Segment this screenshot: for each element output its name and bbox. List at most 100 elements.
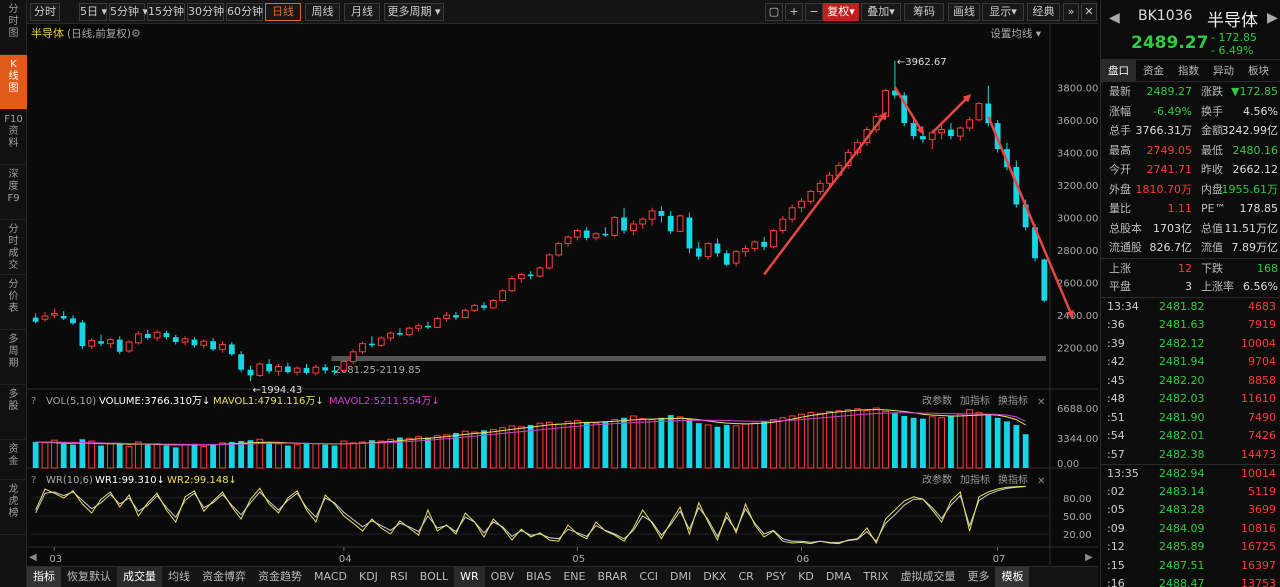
tool-button-4[interactable]: 显示▾ (982, 3, 1024, 21)
quote-tab-4[interactable]: 板块 (1241, 60, 1276, 82)
candle-body (742, 247, 749, 253)
indicator-tab-25[interactable]: 模板 (995, 567, 1030, 587)
tick-row: :42 2481.94 9704 (1101, 353, 1280, 372)
candle-body (882, 90, 889, 118)
wr-button-1[interactable]: 加指标 (960, 473, 990, 486)
indicator-tab-17[interactable]: DKX (697, 567, 732, 587)
scroll-right-icon[interactable]: ▶ (1085, 552, 1093, 563)
quote-tab-3[interactable]: 异动 (1206, 60, 1241, 82)
tool-button-0[interactable]: 复权▾ (823, 3, 859, 21)
indicator-tab-19[interactable]: PSY (760, 567, 792, 587)
vol-y-tick: 3344.00 (1057, 434, 1098, 445)
indicator-tab-12[interactable]: BIAS (520, 567, 557, 587)
gear-icon[interactable]: ⚙ (131, 27, 141, 40)
indicator-tab-7[interactable]: KDJ (353, 567, 384, 587)
indicator-tab-2[interactable]: 成交量 (117, 567, 162, 587)
quote-tab-0[interactable]: 盘口 (1101, 60, 1136, 82)
period-button-1[interactable]: 5日 ▾ (79, 3, 107, 21)
tool-button-5[interactable]: 经典 (1027, 3, 1060, 21)
indicator-tab-4[interactable]: 资金博弈 (196, 567, 252, 587)
indicator-tab-1[interactable]: 恢复默认 (61, 567, 117, 587)
indicator-tab-0[interactable]: 指标 (27, 567, 61, 587)
volume-bar (116, 442, 123, 468)
period-button-4[interactable]: 30分钟 (187, 3, 224, 21)
nav-item-2[interactable]: F10 资料 (0, 110, 27, 165)
indicator-tab-23[interactable]: 虚拟成交量 (894, 567, 961, 587)
lock-icon[interactable]: ▢ (765, 3, 783, 21)
indicator-tab-14[interactable]: BRAR (591, 567, 633, 587)
indicator-tab-10[interactable]: WR (454, 567, 485, 587)
nav-item-1[interactable]: K线图 (0, 55, 27, 110)
help-icon[interactable]: ? (31, 396, 36, 407)
nav-item-8[interactable]: 资金 (0, 440, 27, 480)
help-icon[interactable]: ? (31, 475, 36, 486)
volume-bar (1013, 424, 1020, 468)
indicator-tab-3[interactable]: 均线 (162, 567, 196, 587)
zoom-in-icon[interactable]: + (785, 3, 803, 21)
indicator-tab-9[interactable]: BOLL (414, 567, 454, 587)
indicator-tab-20[interactable]: KD (792, 567, 820, 587)
quote-tab-1[interactable]: 资金 (1136, 60, 1171, 82)
wr-close-icon[interactable]: ✕ (1037, 476, 1045, 487)
nav-item-3[interactable]: 深度 F9 (0, 165, 27, 220)
tool-button-2[interactable]: 筹码 (904, 3, 944, 21)
candle-body (125, 341, 133, 352)
tool-button-1[interactable]: 叠加▾ (861, 3, 901, 21)
vol-close-icon[interactable]: ✕ (1037, 397, 1045, 408)
kline-chart[interactable]: 半导体 (日线,前复权) ⚙ 设置均线 ▾ 3800.00 3600.00 3400.00 3… (27, 24, 1098, 565)
nav-item-9[interactable]: 龙虎榜 (0, 480, 27, 535)
indicator-tab-5[interactable]: 资金趋势 (252, 567, 308, 587)
nav-item-0[interactable]: 分时图 (0, 0, 27, 55)
quote-tab-2[interactable]: 指数 (1171, 60, 1206, 82)
tool-button-3[interactable]: 画线 (948, 3, 980, 21)
period-button-0[interactable]: 分时 (30, 3, 60, 21)
settings-ma-button[interactable]: 设置均线 ▾ (990, 27, 1041, 40)
indicator-tab-13[interactable]: ENE (557, 567, 591, 587)
tick-volume: 8858 (1248, 373, 1276, 387)
scroll-left-icon[interactable]: ◀ (29, 552, 37, 563)
period-button-2[interactable]: 5分钟 ▾ (109, 3, 148, 21)
indicator-tab-24[interactable]: 更多 (961, 567, 995, 587)
zoom-out-icon[interactable]: − (805, 3, 823, 21)
period-button-6[interactable]: 日线 (265, 3, 301, 21)
indicator-tab-18[interactable]: CR (732, 567, 759, 587)
candle-body (517, 273, 525, 280)
period-button-5[interactable]: 60分钟 (226, 3, 263, 21)
candle-body (573, 230, 581, 238)
wr-button-2[interactable]: 换指标 (998, 473, 1028, 486)
nav-item-7[interactable]: 多股 (0, 385, 27, 440)
period-button-9[interactable]: 更多周期 ▾ (384, 3, 444, 21)
quote-value: 178.85 (1239, 202, 1279, 215)
vol-mavol2-label: MAVOL2:5211.554万↓ (329, 396, 440, 407)
period-button-3[interactable]: 15分钟 (147, 3, 185, 21)
candle (359, 341, 366, 355)
indicator-tab-22[interactable]: TRIX (857, 567, 894, 587)
expand-icon[interactable]: » (1063, 3, 1079, 21)
wr-button-0[interactable]: 改参数 (922, 473, 952, 486)
indicator-tab-6[interactable]: MACD (308, 567, 353, 587)
candle-body (135, 333, 142, 344)
vol-button-1[interactable]: 加指标 (960, 394, 990, 407)
indicator-tab-21[interactable]: DMA (820, 567, 858, 587)
quote-value: 3242.99亿 (1221, 124, 1279, 137)
volume-bar (704, 424, 712, 469)
nav-item-6[interactable]: 多周期 (0, 330, 27, 385)
nav-item-4[interactable]: 分时成交 (0, 220, 27, 275)
indicator-tab-11[interactable]: OBV (485, 567, 520, 587)
indicator-tab-8[interactable]: RSI (384, 567, 414, 587)
nav-item-5[interactable]: 分价表 (0, 275, 27, 330)
indicator-tab-16[interactable]: DMI (664, 567, 697, 587)
tick-volume: 4683 (1248, 299, 1276, 313)
next-arrow-icon[interactable]: ▶ (1267, 10, 1278, 26)
period-button-8[interactable]: 月线 (344, 3, 380, 21)
close-icon[interactable]: ✕ (1081, 3, 1097, 21)
vol-button-0[interactable]: 改参数 (922, 394, 952, 407)
vol-button-2[interactable]: 换指标 (998, 394, 1028, 407)
price-y-tick: 2800.00 (1057, 246, 1098, 257)
candle (676, 214, 684, 233)
prev-arrow-icon[interactable]: ◀ (1109, 10, 1120, 26)
period-button-7[interactable]: 周线 (305, 3, 340, 21)
indicator-tab-15[interactable]: CCI (633, 567, 664, 587)
tick-price: 2482.03 (1159, 392, 1205, 405)
quote-tabs: 盘口 资金 指数 异动 板块 (1101, 60, 1280, 82)
